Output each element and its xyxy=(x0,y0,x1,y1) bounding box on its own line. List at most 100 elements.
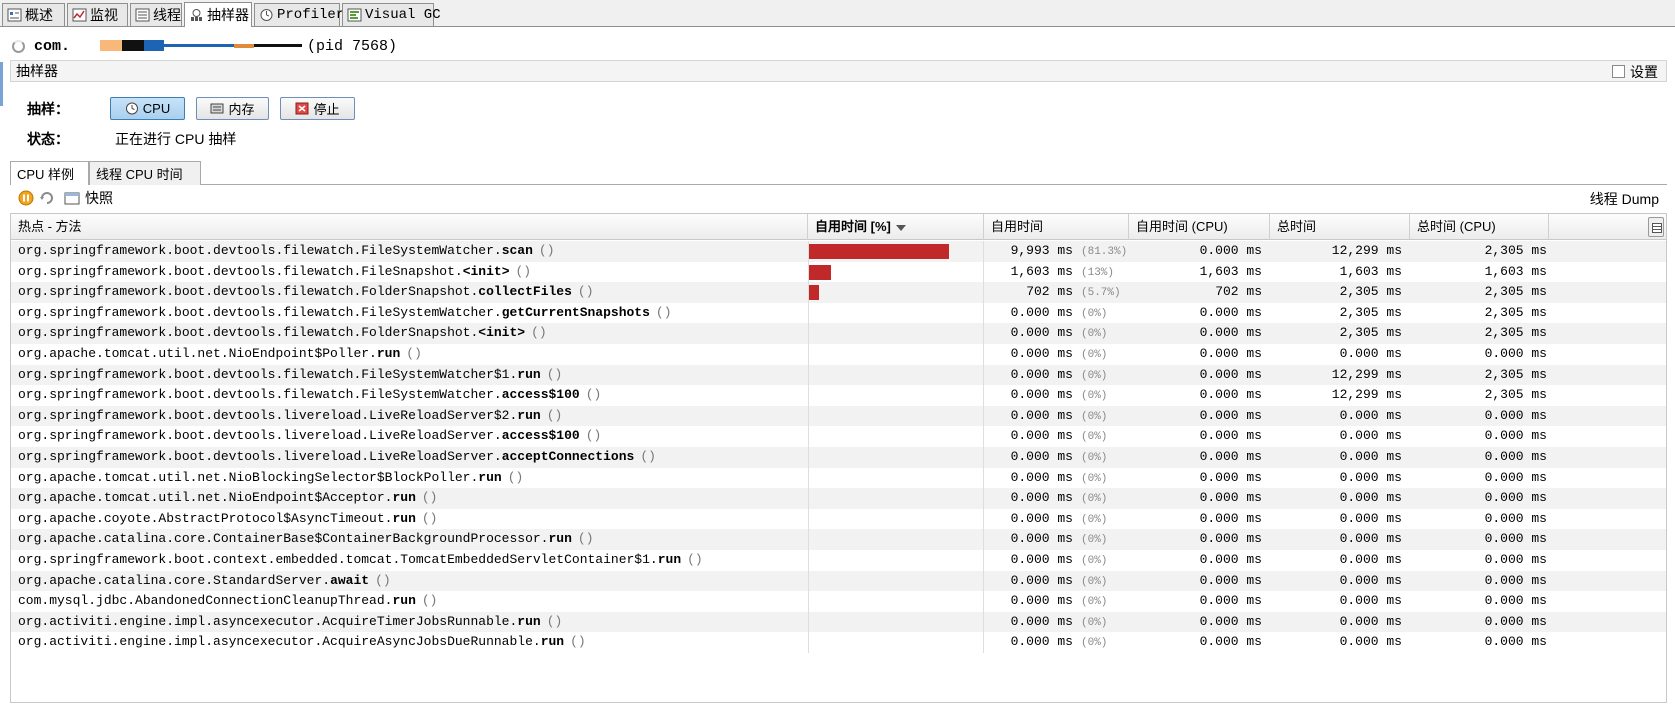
tab-visual-gc[interactable]: Visual GC xyxy=(342,3,441,26)
total-time-cpu-cell: 0.000 ms xyxy=(1484,593,1547,609)
method-name: <init> xyxy=(462,263,510,279)
table-row[interactable]: org.springframework.boot.devtools.filewa… xyxy=(11,261,1666,283)
column-header-self-time-cpu[interactable]: 自用时间 (CPU) xyxy=(1129,214,1270,240)
method-name: acceptConnections xyxy=(501,448,635,464)
column-header-total-time[interactable]: 总时间 xyxy=(1270,214,1410,240)
tab-cpu-samples[interactable]: CPU 样例 xyxy=(10,161,89,185)
column-header-method[interactable]: 热点 - 方法 xyxy=(11,214,808,240)
table-row[interactable]: org.apache.tomcat.util.net.NioEndpoint$P… xyxy=(11,343,1666,365)
method-cell: org.springframework.boot.devtools.filewa… xyxy=(18,303,808,324)
method-cell: org.springframework.boot.devtools.filewa… xyxy=(18,282,808,303)
table-row[interactable]: org.apache.catalina.core.StandardServer.… xyxy=(11,570,1666,592)
stop-button[interactable]: 停止 xyxy=(280,97,355,120)
column-header-total-time-cpu[interactable]: 总时间 (CPU) xyxy=(1410,214,1549,240)
self-time-value: 9,993 ms xyxy=(1010,243,1073,258)
threads-icon xyxy=(135,8,150,22)
pause-icon[interactable] xyxy=(18,190,34,206)
table-row[interactable]: org.springframework.boot.devtools.livere… xyxy=(11,405,1666,427)
table-row[interactable]: org.springframework.boot.devtools.filewa… xyxy=(11,302,1666,324)
self-time-percent: (0%) xyxy=(1081,637,1108,650)
tab-threads[interactable]: 线程 xyxy=(130,3,182,26)
total-time-cpu-cell: 0.000 ms xyxy=(1484,448,1547,464)
method-cell: org.apache.coyote.AbstractProtocol$Async… xyxy=(18,509,808,530)
self-time-cell: 0.000 ms (0%) xyxy=(984,612,1127,633)
memory-button[interactable]: 内存 xyxy=(196,97,269,120)
table-row[interactable]: org.activiti.engine.impl.asyncexecutor.A… xyxy=(11,632,1666,653)
table-row[interactable]: com.mysql.jdbc.AbandonedConnectionCleanu… xyxy=(11,591,1666,612)
tab-overview[interactable]: 概述 xyxy=(2,3,65,26)
refresh-icon[interactable] xyxy=(39,190,55,206)
self-time-cell: 9,993 ms (81.3%) xyxy=(984,241,1127,262)
table-row[interactable]: org.apache.tomcat.util.net.NioEndpoint$A… xyxy=(11,488,1666,509)
table-row[interactable]: org.apache.catalina.core.ContainerBase$C… xyxy=(11,529,1666,550)
tab-label: CPU 样例 xyxy=(17,167,75,182)
self-time-cell: 0.000 ms (0%) xyxy=(984,550,1127,571)
total-time-cell: 2,305 ms xyxy=(1339,325,1402,341)
self-time-percent: (0%) xyxy=(1081,616,1108,629)
method-name: run xyxy=(392,593,416,609)
self-time-cpu-cell: 1,603 ms xyxy=(1199,263,1262,279)
self-time-bar-cell xyxy=(808,632,984,653)
visual-gc-icon xyxy=(347,8,362,22)
tab-thread-cpu-time[interactable]: 线程 CPU 时间 xyxy=(89,161,201,185)
tab-monitor[interactable]: 监视 xyxy=(67,3,128,26)
method-name: access$100 xyxy=(501,387,580,403)
table-row[interactable]: org.apache.coyote.AbstractProtocol$Async… xyxy=(11,508,1666,530)
total-time-cell: 2,305 ms xyxy=(1339,304,1402,320)
method-args: () xyxy=(375,572,391,588)
table-row[interactable]: org.springframework.boot.devtools.filewa… xyxy=(11,323,1666,344)
method-name: <init> xyxy=(478,325,526,341)
column-header-self-time-percent[interactable]: 自用时间 [%] xyxy=(808,214,984,240)
self-time-cell: 0.000 ms (0%) xyxy=(984,632,1127,653)
tab-profiler[interactable]: Profiler xyxy=(254,3,344,26)
self-time-percent: (0%) xyxy=(1081,513,1108,526)
tab-sampler[interactable]: 抽样器 xyxy=(184,2,252,27)
tab-bar: 概述 监视 线程 抽样器 Profiler Visual GC xyxy=(0,0,1675,27)
total-time-cell: 0.000 ms xyxy=(1339,510,1402,526)
table-row[interactable]: org.springframework.boot.devtools.filewa… xyxy=(11,364,1666,386)
method-prefix: com.mysql.jdbc.AbandonedConnectionCleanu… xyxy=(18,593,393,609)
table-row[interactable]: org.springframework.boot.devtools.livere… xyxy=(11,426,1666,447)
cpu-button-label: CPU xyxy=(142,101,171,116)
self-time-percent: (0%) xyxy=(1081,451,1108,464)
table-row[interactable]: org.springframework.boot.devtools.filewa… xyxy=(11,282,1666,303)
thread-dump-link[interactable]: 线程 Dump xyxy=(1590,189,1659,209)
tab-label: 抽样器 xyxy=(207,7,249,23)
snapshot-button[interactable]: 快照 xyxy=(64,188,113,208)
self-time-bar-cell xyxy=(808,385,984,406)
self-time-bar-cell xyxy=(808,343,984,365)
column-header-self-time[interactable]: 自用时间 xyxy=(984,214,1129,240)
total-time-cell: 0.000 ms xyxy=(1339,551,1402,567)
table-row[interactable]: org.springframework.boot.devtools.livere… xyxy=(11,446,1666,468)
settings-checkbox[interactable] xyxy=(1612,65,1625,78)
method-cell: org.apache.tomcat.util.net.NioBlockingSe… xyxy=(18,468,808,489)
method-prefix: org.springframework.boot.devtools.filewa… xyxy=(18,284,479,300)
hotspot-table: 热点 - 方法 自用时间 [%] 自用时间 自用时间 (CPU) 总时间 总时间… xyxy=(10,213,1667,703)
self-time-cpu-cell: 0.000 ms xyxy=(1199,510,1262,526)
total-time-cpu-cell: 2,305 ms xyxy=(1484,284,1547,300)
self-time-percent: (0%) xyxy=(1081,554,1108,567)
total-time-cpu-cell: 2,305 ms xyxy=(1484,325,1547,341)
method-name: run xyxy=(392,510,416,526)
table-row[interactable]: org.springframework.boot.context.embedde… xyxy=(11,549,1666,571)
column-label: 总时间 (CPU) xyxy=(1417,219,1496,234)
method-args: () xyxy=(507,469,524,485)
self-time-cell: 0.000 ms (0%) xyxy=(984,447,1127,468)
self-time-bar-cell xyxy=(808,323,984,344)
method-cell: org.springframework.boot.devtools.livere… xyxy=(18,447,808,468)
table-row[interactable]: org.springframework.boot.devtools.filewa… xyxy=(11,241,1666,262)
method-args: () xyxy=(406,345,422,361)
column-chooser-icon[interactable] xyxy=(1648,217,1664,237)
table-row[interactable]: org.activiti.engine.impl.asyncexecutor.A… xyxy=(11,611,1666,633)
self-time-bar-cell xyxy=(808,241,984,262)
settings-toggle[interactable]: 设置 xyxy=(1612,62,1658,81)
table-row[interactable]: org.springframework.boot.devtools.filewa… xyxy=(11,385,1666,406)
total-time-cell: 0.000 ms xyxy=(1339,407,1402,423)
total-time-cpu-cell: 0.000 ms xyxy=(1484,428,1547,444)
self-time-bar-cell xyxy=(808,549,984,571)
cpu-button[interactable]: CPU xyxy=(110,97,185,120)
self-time-bar-cell xyxy=(808,529,984,550)
app-pid: (pid 7568) xyxy=(307,37,398,55)
self-time-percent: (13%) xyxy=(1081,266,1115,279)
table-row[interactable]: org.apache.tomcat.util.net.NioBlockingSe… xyxy=(11,467,1666,489)
